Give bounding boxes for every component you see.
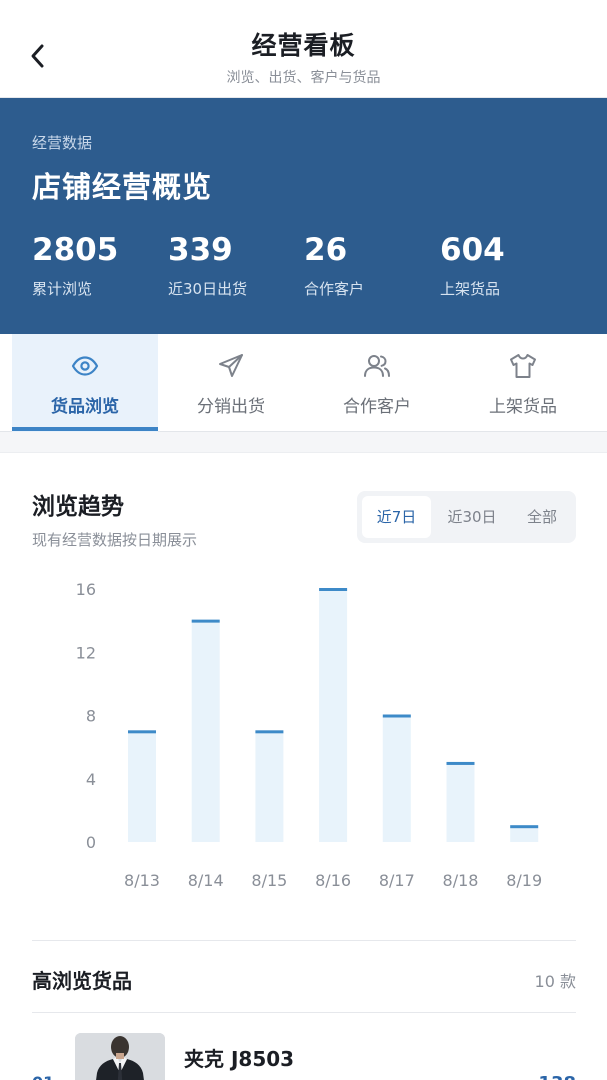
stat-partner-customers: 26 合作客户 <box>304 232 364 299</box>
browse-trend-card: 浏览趋势 现有经营数据按日期展示 近7日 近30日 全部 16 12 8 4 0 8/13… <box>0 452 607 1080</box>
stat-value: 604 <box>440 232 505 268</box>
x-tick-label: 8/15 <box>251 871 287 890</box>
chart-bar <box>510 826 539 842</box>
tab-label: 合作客户 <box>343 397 411 417</box>
banner-label: 经营数据 <box>32 134 93 152</box>
stat-label: 累计浏览 <box>32 280 93 298</box>
stat-label: 合作客户 <box>304 280 365 298</box>
banner-title: 店铺经营概览 <box>32 170 213 204</box>
range-all-button[interactable]: 全部 <box>513 496 571 538</box>
x-tick-label: 8/14 <box>188 871 224 890</box>
y-tick-label: 12 <box>76 643 96 662</box>
tab-label: 分销出货 <box>197 397 265 417</box>
range-7d-button[interactable]: 近7日 <box>362 496 431 538</box>
top-items-title: 高浏览货品 <box>32 969 132 993</box>
x-tick-label: 8/19 <box>506 871 542 890</box>
section-tabs: 货品浏览 分销出货 合作客户 上架货品 <box>0 334 607 432</box>
tab-distribution-shipping[interactable]: 分销出货 <box>158 334 304 432</box>
chart-bar-top <box>446 761 475 765</box>
x-tick-label: 8/18 <box>443 871 479 890</box>
chart-bar <box>446 762 475 842</box>
tab-goods-browse[interactable]: 货品浏览 <box>12 334 158 432</box>
y-tick-label: 4 <box>86 770 96 789</box>
range-selector: 近7日 近30日 全部 <box>357 491 576 543</box>
trend-title: 浏览趋势 <box>32 494 124 520</box>
list-item[interactable]: 01 夹克 J8503 138 <box>0 1031 607 1080</box>
chart-bar <box>128 731 156 842</box>
stat-value: 339 <box>168 232 233 268</box>
stat-total-views: 2805 累计浏览 <box>32 232 118 299</box>
browse-trend-chart: 16 12 8 4 0 8/13 8/14 8/15 8/16 8/17 8/18 8/19 <box>76 580 543 890</box>
chart-bar-top <box>255 730 284 734</box>
y-tick-label: 8 <box>86 707 96 726</box>
stat-listed-goods: 604 上架货品 <box>440 232 505 299</box>
divider <box>32 1012 576 1013</box>
range-30d-button[interactable]: 近30日 <box>434 496 510 538</box>
stat-label: 近30日出货 <box>168 280 248 298</box>
trend-subtitle: 现有经营数据按日期展示 <box>32 531 198 549</box>
x-tick-label: 8/17 <box>379 871 415 890</box>
send-icon <box>217 352 245 380</box>
tab-listed-goods[interactable]: 上架货品 <box>450 334 596 432</box>
chart-bar-top <box>128 730 156 734</box>
tab-label: 上架货品 <box>489 397 557 417</box>
y-tick-label: 16 <box>76 580 96 599</box>
stat-value: 2805 <box>32 232 119 268</box>
stat-30d-shipments: 339 近30日出货 <box>168 232 247 299</box>
eye-icon <box>71 352 99 380</box>
chart-bar-top <box>382 714 411 718</box>
chart-bar <box>191 620 220 842</box>
chart-bar-top <box>319 588 348 591</box>
y-tick-label: 0 <box>86 833 96 852</box>
chart-bar <box>319 589 348 842</box>
product-thumbnail <box>75 1033 165 1080</box>
active-tab-indicator <box>12 427 158 431</box>
top-items-count: 10 款 <box>534 972 576 991</box>
chart-bar <box>255 731 284 842</box>
page-subtitle: 浏览、出货、客户与货品 <box>226 70 381 86</box>
x-tick-label: 8/13 <box>124 871 160 890</box>
top-nav-bar: 经营看板 浏览、出货、客户与货品 <box>0 0 607 98</box>
tab-label: 货品浏览 <box>51 397 119 417</box>
x-tick-label: 8/16 <box>315 871 351 890</box>
chart-bar-top <box>510 825 539 829</box>
users-icon <box>363 352 391 380</box>
chart-bar <box>382 715 411 842</box>
stat-label: 上架货品 <box>440 280 501 298</box>
divider <box>32 940 576 941</box>
tab-partner-customers[interactable]: 合作客户 <box>304 334 450 432</box>
product-views: 138 <box>538 1073 576 1080</box>
stat-value: 26 <box>304 232 348 268</box>
rank-number: 01 <box>32 1073 54 1080</box>
chart-bar-top <box>191 619 220 623</box>
product-name: 夹克 J8503 <box>184 1047 295 1071</box>
overview-banner: 经营数据 店铺经营概览 2805 累计浏览 339 近30日出货 26 合作客户… <box>0 98 607 334</box>
page-title: 经营看板 <box>251 31 356 60</box>
stats-row: 2805 累计浏览 339 近30日出货 26 合作客户 604 上架货品 <box>32 232 592 312</box>
shirt-icon <box>509 352 537 380</box>
